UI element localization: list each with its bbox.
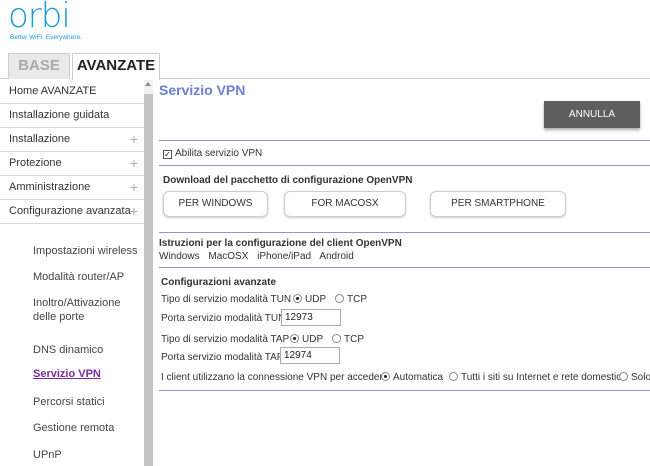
tap-udp-label: UDP — [302, 334, 324, 345]
expand-plus-icon[interactable]: + — [130, 152, 138, 175]
sidebar-item-advanced-setup[interactable]: Configurazione avanzata + — [0, 200, 144, 224]
enable-vpn-row: ✓ Abilita servizio VPN — [163, 148, 262, 159]
sidebar-item-label: Installazione guidata — [9, 109, 110, 121]
instructions-section-title: Istruzioni per la configurazione del cli… — [159, 238, 402, 249]
access-all-sites-label: Tutti i siti su Internet e rete domestic… — [461, 372, 627, 383]
page-title: Servizio VPN — [159, 82, 246, 98]
tun-udp-option[interactable]: UDP — [293, 294, 326, 305]
sidebar-item-administration[interactable]: Amministrazione + — [0, 176, 144, 200]
orbi-logo: orbi Better WiFi. Everywhere. — [8, 0, 118, 44]
sidebar-item-label: Installazione — [9, 133, 71, 145]
expand-plus-icon[interactable]: + — [130, 128, 138, 151]
tap-tcp-label: TCP — [344, 334, 364, 345]
download-smartphone-button[interactable]: PER SMARTPHONE — [430, 191, 566, 217]
sidebar-subitem-dynamic-dns[interactable]: DNS dinamico — [33, 343, 141, 357]
tab-base[interactable]: BASE — [8, 53, 70, 79]
sidebar-item-label: Configurazione avanzata — [9, 205, 131, 217]
access-option-all-sites[interactable]: Tutti i siti su Internet e rete domestic… — [449, 372, 627, 383]
access-only-radio[interactable] — [619, 372, 628, 381]
sidebar-subitem-port-forwarding[interactable]: Inoltro/Attivazione delle porte — [33, 296, 141, 324]
tun-tcp-option[interactable]: TCP — [335, 294, 367, 305]
sidebar-subitem-vpn-service[interactable]: Servizio VPN — [33, 367, 141, 381]
sidebar-scrollbar[interactable] — [144, 80, 153, 466]
sidebar-item-label: Protezione — [9, 157, 62, 169]
access-only-label: Solo — [631, 372, 650, 383]
expand-plus-icon[interactable]: + — [130, 200, 138, 223]
instructions-link-windows[interactable]: Windows — [159, 251, 200, 262]
main-content: Servizio VPN ANNULLA ✓ Abilita servizio V… — [153, 80, 650, 466]
tun-udp-radio[interactable] — [293, 294, 302, 303]
download-windows-button[interactable]: PER WINDOWS — [163, 191, 268, 217]
tab-divider-left — [0, 78, 8, 79]
divider — [159, 232, 650, 233]
sidebar: Home AVANZATE Installazione guidata Inst… — [0, 80, 144, 466]
sidebar-subitem-upnp[interactable]: UPnP — [33, 448, 141, 462]
divider — [159, 390, 650, 391]
access-option-automatic[interactable]: Automatica — [381, 372, 443, 383]
tap-port-input[interactable]: 12974 — [280, 347, 340, 364]
sidebar-item-label: Home AVANZATE — [9, 85, 97, 97]
enable-vpn-checkbox[interactable]: ✓ — [163, 150, 172, 159]
tun-udp-label: UDP — [305, 294, 327, 305]
instructions-link-macosx[interactable]: MacOSX — [208, 251, 248, 262]
download-section-title: Download del pacchetto di configurazione… — [163, 175, 413, 186]
sidebar-item-home-advanced[interactable]: Home AVANZATE — [0, 80, 144, 104]
instructions-link-iphone-ipad[interactable]: iPhone/iPad — [257, 251, 311, 262]
sidebar-subitem-wireless-settings[interactable]: Impostazioni wireless — [33, 244, 141, 258]
logo-tagline: Better WiFi. Everywhere. — [10, 34, 82, 41]
sidebar-subitem-static-routes[interactable]: Percorsi statici — [33, 395, 141, 409]
sidebar-item-setup[interactable]: Installazione + — [0, 128, 144, 152]
tap-tcp-option[interactable]: TCP — [332, 334, 364, 345]
tab-advanced[interactable]: AVANZATE — [72, 53, 160, 80]
tab-divider — [160, 78, 650, 79]
tun-port-label: Porta servizio modalità TUN — [161, 313, 286, 324]
instructions-link-android[interactable]: Android — [319, 251, 353, 262]
tun-type-label: Tipo di servizio modalità TUN — [161, 294, 292, 305]
access-option-only[interactable]: Solo — [619, 372, 650, 383]
instructions-links: Windows MacOSX iPhone/iPad Android — [159, 251, 360, 262]
tap-udp-option[interactable]: UDP — [290, 334, 323, 345]
download-macosx-button[interactable]: FOR MACOSX — [284, 191, 406, 217]
tap-type-label: Tipo di servizio modalità TAP — [161, 334, 290, 345]
divider — [159, 267, 650, 268]
tun-tcp-radio[interactable] — [335, 294, 344, 303]
sidebar-subitem-remote-management[interactable]: Gestione remota — [33, 421, 141, 435]
access-automatic-label: Automatica — [393, 372, 444, 383]
sidebar-item-setup-wizard[interactable]: Installazione guidata — [0, 104, 144, 128]
expand-plus-icon[interactable]: + — [130, 176, 138, 199]
client-access-label: I client utilizzano la connessione VPN p… — [161, 372, 389, 383]
tap-tcp-radio[interactable] — [332, 334, 341, 343]
enable-vpn-label: Abilita servizio VPN — [175, 148, 263, 159]
cancel-button[interactable]: ANNULLA — [544, 101, 640, 128]
divider — [159, 140, 650, 141]
tun-port-input[interactable]: 12973 — [281, 309, 341, 326]
sidebar-subitem-router-ap-mode[interactable]: Modalità router/AP — [33, 270, 141, 284]
sidebar-item-security[interactable]: Protezione + — [0, 152, 144, 176]
logo-wordmark: orbi — [8, 0, 71, 36]
access-automatic-radio[interactable] — [381, 372, 390, 381]
divider — [159, 165, 650, 166]
tun-tcp-label: TCP — [347, 294, 367, 305]
tap-udp-radio[interactable] — [290, 334, 299, 343]
advanced-section-title: Configurazioni avanzate — [161, 277, 277, 288]
tap-port-label: Porta servizio modalità TAP — [161, 352, 284, 363]
access-all-sites-radio[interactable] — [449, 372, 458, 381]
sidebar-item-label: Amministrazione — [9, 181, 91, 193]
scroll-up-arrow-icon[interactable] — [145, 82, 151, 86]
scrollbar-thumb[interactable] — [144, 94, 153, 466]
